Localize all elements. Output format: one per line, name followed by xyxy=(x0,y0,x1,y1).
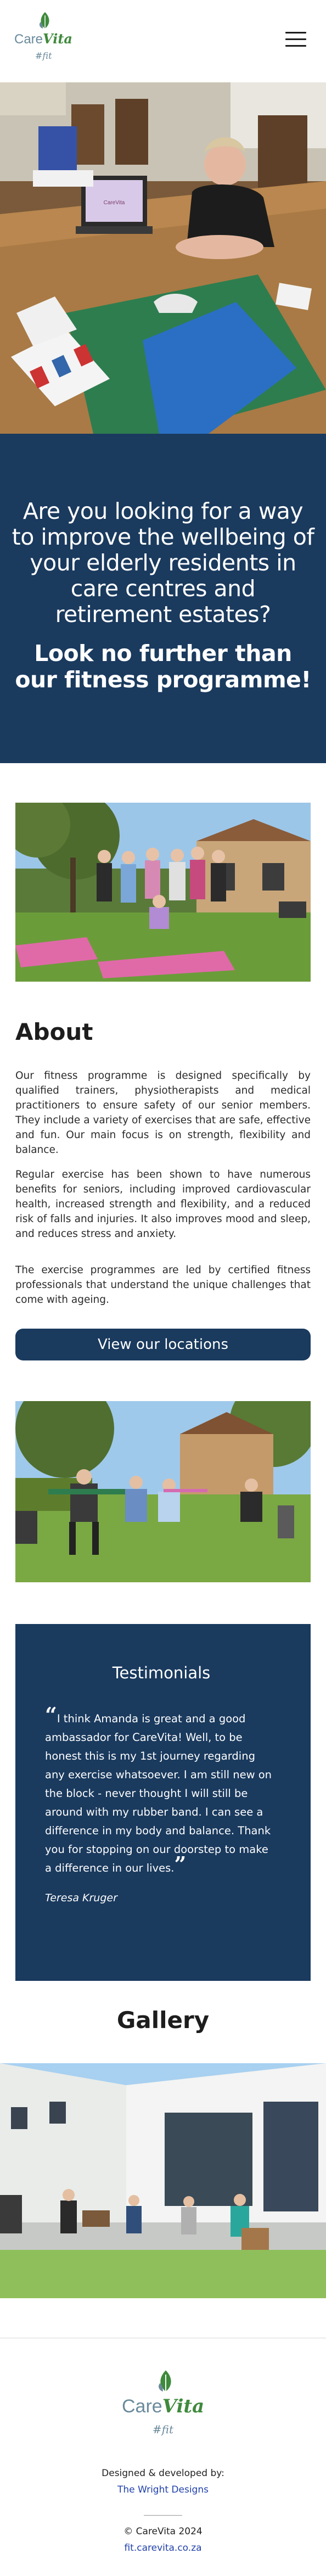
leaf-logo-icon xyxy=(39,12,49,29)
testimonial-quote: “I think Amanda is great and a good amba… xyxy=(45,1705,278,1878)
testimonials-heading: Testimonials xyxy=(112,1664,211,1682)
group-photo xyxy=(15,803,311,982)
hamburger-menu-icon[interactable] xyxy=(285,32,306,48)
site-link[interactable]: fit.carevita.co.za xyxy=(0,2543,326,2553)
hero-photo-illustration: CareVita xyxy=(0,82,326,434)
testimonial-text: I think Amanda is great and a good ambas… xyxy=(45,1712,272,1874)
view-locations-button[interactable]: View our locations xyxy=(15,1329,311,1360)
site-footer: CareVita #fit Designed & developed by: T… xyxy=(0,2338,326,2576)
footer-logo-tagline: #fit xyxy=(152,2423,174,2436)
footer-logo-wordmark: CareVita xyxy=(122,2395,205,2417)
about-paragraph: Regular exercise has been shown to have … xyxy=(15,1169,311,1240)
about-paragraph: The exercise programmes are led by certi… xyxy=(15,1264,311,1306)
hero-banner: Are you looking for a way to improve the… xyxy=(0,434,326,763)
about-paragraph: Our fitness programme is designed specif… xyxy=(15,1070,311,1156)
gallery-heading: Gallery xyxy=(116,2007,210,2034)
testimonials-card: Testimonials “I think Amanda is great an… xyxy=(15,1624,311,1981)
logo-tagline: #fit xyxy=(35,51,52,61)
copyright-text: © CareVita 2024 xyxy=(123,2526,203,2537)
hero-heading: Are you looking for a way to improve the… xyxy=(12,498,314,628)
designed-by-label: Designed & developed by: xyxy=(102,2468,224,2479)
gallery-photo[interactable] xyxy=(0,2063,326,2298)
exercise-class-photo xyxy=(15,1401,311,1582)
logo-wordmark: CareVita xyxy=(14,31,72,47)
close-quote-mark: ” xyxy=(174,1852,187,1877)
footer-logo[interactable]: CareVita #fit xyxy=(122,2370,204,2447)
leaf-logo-icon xyxy=(159,2370,171,2392)
footer-divider xyxy=(144,2515,182,2516)
designer-link[interactable]: The Wright Designs xyxy=(0,2484,326,2495)
exercise-class-photo-illustration xyxy=(15,1401,311,1582)
carevita-logo[interactable]: CareVita #fit xyxy=(14,12,72,67)
group-photo-illustration xyxy=(15,803,311,982)
testimonial-author: Teresa Kruger xyxy=(45,1892,117,1904)
hero-photo: CareVita xyxy=(0,82,326,434)
about-heading: About xyxy=(15,1018,93,1045)
svg-text:CareVita: CareVita xyxy=(104,200,125,206)
gallery-photo-illustration xyxy=(0,2063,326,2298)
hero-subheading: Look no further than our fitness program… xyxy=(15,640,311,693)
site-header: CareVita #fit xyxy=(0,0,326,82)
open-quote-mark: “ xyxy=(45,1703,57,1727)
